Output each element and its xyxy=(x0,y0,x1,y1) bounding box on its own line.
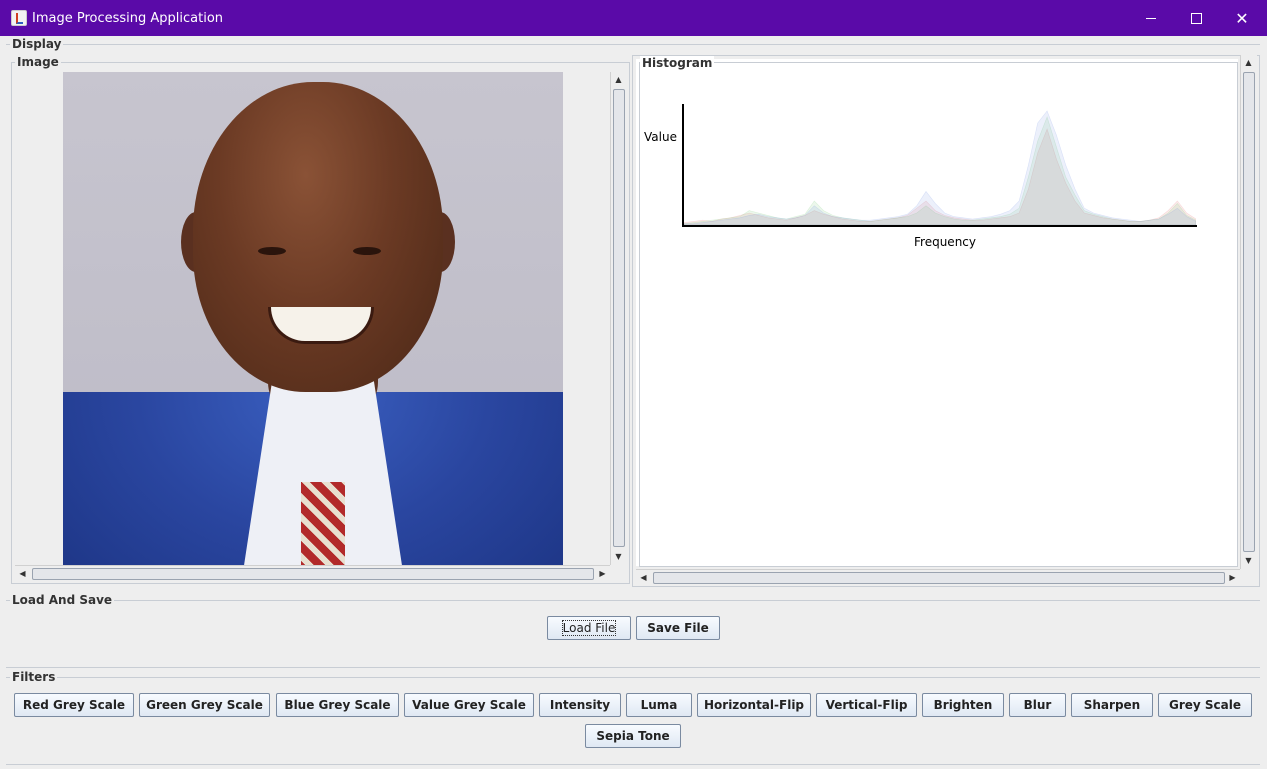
histogram-series-2 xyxy=(684,110,1196,225)
histogram-panel-label: Histogram xyxy=(640,56,715,70)
scroll-thumb[interactable] xyxy=(613,89,625,547)
window-title: Image Processing Application xyxy=(32,11,224,26)
image-horizontal-scrollbar[interactable]: ◀ ▶ xyxy=(15,565,610,582)
histogram-chart xyxy=(684,110,1196,225)
filters-group xyxy=(6,677,1260,765)
scroll-left-arrow-icon[interactable]: ◀ xyxy=(15,566,30,581)
histogram-horizontal-scrollbar[interactable]: ◀ ▶ xyxy=(636,569,1240,586)
blur-button[interactable]: Blur xyxy=(1009,693,1066,717)
photo-head xyxy=(193,82,443,392)
button-label: Brighten xyxy=(933,698,993,712)
scroll-up-arrow-icon[interactable]: ▲ xyxy=(1241,55,1256,70)
filters-label: Filters xyxy=(10,670,58,684)
scroll-right-arrow-icon[interactable]: ▶ xyxy=(595,566,610,581)
image-vertical-scrollbar[interactable]: ▲ ▼ xyxy=(610,72,627,565)
close-button[interactable]: ✕ xyxy=(1219,0,1265,36)
scroll-left-arrow-icon[interactable]: ◀ xyxy=(636,570,651,585)
grey-scale-button[interactable]: Grey Scale xyxy=(1158,693,1252,717)
button-label: Sepia Tone xyxy=(596,729,670,743)
histogram-x-axis xyxy=(682,225,1197,227)
button-label: Blue Grey Scale xyxy=(284,698,391,712)
brighten-button[interactable]: Brighten xyxy=(922,693,1004,717)
horizontal-flip-button[interactable]: Horizontal-Flip xyxy=(697,693,811,717)
histogram-vertical-scrollbar[interactable]: ▲ ▼ xyxy=(1240,55,1257,569)
save-file-label: Save File xyxy=(647,621,709,635)
scroll-thumb[interactable] xyxy=(32,568,594,580)
button-label: Value Grey Scale xyxy=(412,698,526,712)
green-grey-scale-button[interactable]: Green Grey Scale xyxy=(139,693,270,717)
loaded-photo xyxy=(63,72,563,565)
load-file-label: Load File xyxy=(561,620,617,636)
load-and-save-group xyxy=(6,600,1260,668)
histogram-x-axis-label: Frequency xyxy=(914,235,976,249)
button-label: Grey Scale xyxy=(1168,698,1241,712)
save-file-button[interactable]: Save File xyxy=(636,616,720,640)
button-label: Green Grey Scale xyxy=(146,698,263,712)
maximize-icon xyxy=(1190,12,1202,24)
image-viewport xyxy=(15,72,609,565)
vertical-flip-button[interactable]: Vertical-Flip xyxy=(816,693,917,717)
title-bar: Image Processing Application ✕ xyxy=(0,0,1267,36)
scroll-down-arrow-icon[interactable]: ▼ xyxy=(611,549,626,564)
minimize-icon xyxy=(1146,17,1156,19)
photo-tie xyxy=(301,482,345,565)
scroll-right-arrow-icon[interactable]: ▶ xyxy=(1225,570,1240,585)
red-grey-scale-button[interactable]: Red Grey Scale xyxy=(14,693,134,717)
button-label: Red Grey Scale xyxy=(22,698,126,712)
minimize-button[interactable] xyxy=(1128,0,1174,36)
intensity-button[interactable]: Intensity xyxy=(539,693,621,717)
scroll-up-arrow-icon[interactable]: ▲ xyxy=(611,72,626,87)
histogram-y-axis xyxy=(682,104,684,227)
load-file-button[interactable]: Load File xyxy=(547,616,631,640)
luma-button[interactable]: Luma xyxy=(626,693,692,717)
sharpen-button[interactable]: Sharpen xyxy=(1071,693,1153,717)
blue-grey-scale-button[interactable]: Blue Grey Scale xyxy=(276,693,399,717)
scroll-thumb[interactable] xyxy=(653,572,1225,584)
value-grey-scale-button[interactable]: Value Grey Scale xyxy=(404,693,534,717)
image-panel-label: Image xyxy=(15,55,61,69)
sepia-tone-button[interactable]: Sepia Tone xyxy=(585,724,681,748)
java-app-icon xyxy=(11,10,27,26)
histogram-y-axis-label: Value xyxy=(644,130,677,144)
photo-eye-right xyxy=(353,247,381,255)
load-and-save-label: Load And Save xyxy=(10,593,115,607)
display-group-label: Display xyxy=(10,37,64,51)
button-label: Vertical-Flip xyxy=(825,698,908,712)
button-label: Luma xyxy=(640,698,678,712)
maximize-button[interactable] xyxy=(1173,0,1219,36)
button-label: Sharpen xyxy=(1083,698,1141,712)
button-label: Intensity xyxy=(549,698,611,712)
scroll-down-arrow-icon[interactable]: ▼ xyxy=(1241,553,1256,568)
photo-eye-left xyxy=(258,247,286,255)
close-icon: ✕ xyxy=(1235,8,1249,28)
button-label: Blur xyxy=(1023,698,1052,712)
button-label: Horizontal-Flip xyxy=(703,698,805,712)
scroll-thumb[interactable] xyxy=(1243,72,1255,552)
